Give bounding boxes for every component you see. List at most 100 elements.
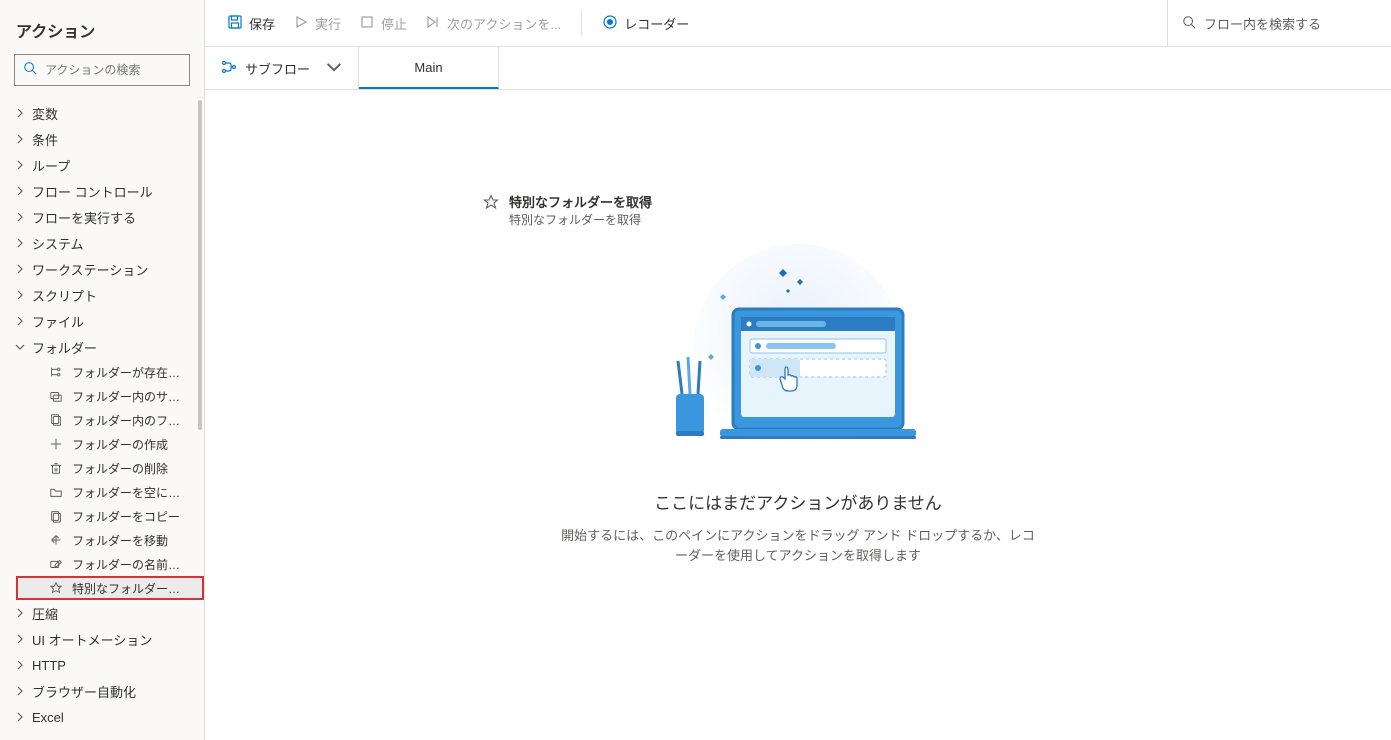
tree-group-10[interactable]: 圧縮 [0,600,204,626]
copy-icon [48,508,64,524]
record-icon [602,14,618,33]
tree-group-label: UI オートメーション [32,630,152,649]
tree-action-subfolder[interactable]: フォルダー内のサブフ... [0,384,204,408]
tree-action-label: フォルダー内のファイ... [72,412,182,429]
tree-group-8[interactable]: ファイル [0,308,204,334]
recorder-button[interactable]: レコーダー [594,8,697,39]
tree-action-label: フォルダー内のサブフ... [72,388,182,405]
tab-main-label: Main [414,60,442,75]
subflow-dropdown[interactable]: サブフロー [205,47,359,89]
scrollbar-thumb[interactable] [198,100,202,430]
tree-group-label: ブラウザー自動化 [32,682,136,701]
tree-action-move[interactable]: フォルダーを移動 [0,528,204,552]
tab-main[interactable]: Main [359,47,499,89]
chevron-right-icon [14,289,26,301]
chevron-right-icon [14,633,26,645]
tree-action-rename[interactable]: フォルダーの名前を変... [0,552,204,576]
stop-label: 停止 [381,14,407,33]
stop-button[interactable]: 停止 [351,8,415,39]
tree-group-13[interactable]: ブラウザー自動化 [0,678,204,704]
rename-icon [48,556,64,572]
tree-action-label: フォルダーの削除 [72,460,168,477]
tree-group-label: 変数 [32,104,58,123]
drag-action-title: 特別なフォルダーを取得 [509,192,652,211]
tree-action-plus[interactable]: フォルダーの作成 [0,432,204,456]
tree-group-label: ファイル [32,312,84,331]
tree-action-branch[interactable]: フォルダーが存在する... [0,360,204,384]
tree-group-2[interactable]: ループ [0,152,204,178]
star-icon [48,580,64,596]
tree-action-label: フォルダーが存在する... [72,364,182,381]
search-icon [1182,15,1196,32]
recorder-label: レコーダー [624,14,689,33]
chevron-right-icon [14,185,26,197]
chevron-right-icon [14,159,26,171]
tree-group-12[interactable]: HTTP [0,652,204,678]
tree-group-label: フォルダー [32,338,97,357]
files-icon [48,412,64,428]
tree-action-copy[interactable]: フォルダーをコピー [0,504,204,528]
subfolder-icon [48,388,64,404]
tree-action-label: フォルダーの作成 [72,436,168,453]
tree-action-files[interactable]: フォルダー内のファイ... [0,408,204,432]
tree-group-label: スクリプト [32,286,97,305]
star-icon [483,194,499,210]
tree-action-star[interactable]: 特別なフォルダーを取... [16,576,204,600]
run-button[interactable]: 実行 [285,8,349,39]
empty-title: ここにはまだアクションがありません [558,489,1038,514]
play-icon [293,14,309,33]
tree-group-0[interactable]: 変数 [0,100,204,126]
tree-group-label: Excel [32,710,64,725]
run-label: 実行 [315,14,341,33]
empty-illustration [638,239,958,469]
chevron-right-icon [14,685,26,697]
stop-icon [359,14,375,33]
step-icon [425,14,441,33]
trash-icon [48,460,64,476]
move-icon [48,532,64,548]
tree-group-11[interactable]: UI オートメーション [0,626,204,652]
empty-folder-icon [48,484,64,500]
tree-action-trash[interactable]: フォルダーの削除 [0,456,204,480]
subflow-icon [221,59,237,78]
subflow-label: サブフロー [245,59,310,78]
search-icon [23,61,37,80]
actions-tree: 変数条件ループフロー コントロールフローを実行するシステムワークステーションスク… [0,96,204,740]
drag-action-subtitle: 特別なフォルダーを取得 [509,211,652,228]
save-label: 保存 [249,14,275,33]
actions-sidebar: アクション 変数条件ループフロー コントロールフローを実行するシステムワークステ… [0,0,205,740]
chevron-right-icon [14,607,26,619]
tree-group-label: ループ [32,156,70,175]
flow-search-box[interactable]: フロー内を検索する [1182,14,1377,33]
tree-action-empty-folder[interactable]: フォルダーを空にする [0,480,204,504]
save-icon [227,14,243,33]
actions-search-box[interactable] [14,54,190,86]
save-button[interactable]: 保存 [219,8,283,39]
tree-group-6[interactable]: ワークステーション [0,256,204,282]
chevron-right-icon [14,133,26,145]
main-area: 保存 実行 停止 次のアクションを... レコーダー [205,0,1391,740]
tree-group-9[interactable]: フォルダー [0,334,204,360]
toolbar-separator [581,11,582,35]
tree-group-7[interactable]: スクリプト [0,282,204,308]
tree-group-1[interactable]: 条件 [0,126,204,152]
tree-group-label: HTTP [32,658,66,673]
chevron-right-icon [14,237,26,249]
sidebar-title: アクション [16,18,188,42]
chevron-right-icon [14,263,26,275]
tree-group-4[interactable]: フローを実行する [0,204,204,230]
tree-group-3[interactable]: フロー コントロール [0,178,204,204]
next-action-button[interactable]: 次のアクションを... [417,8,569,39]
actions-search-input[interactable] [45,63,181,77]
empty-state: ここにはまだアクションがありません 開始するには、このペインにアクションをドラッ… [558,239,1038,565]
tree-action-label: フォルダーをコピー [72,508,180,525]
tree-action-label: 特別なフォルダーを取... [72,580,182,597]
tree-group-14[interactable]: Excel [0,704,204,730]
chevron-right-icon [14,659,26,671]
tree-action-label: フォルダーの名前を変... [72,556,182,573]
tree-group-label: ワークステーション [32,260,148,279]
dragging-action-card[interactable]: 特別なフォルダーを取得 特別なフォルダーを取得 [483,192,652,228]
tree-group-5[interactable]: システム [0,230,204,256]
flow-search-placeholder: フロー内を検索する [1204,14,1321,33]
flow-canvas[interactable]: 特別なフォルダーを取得 特別なフォルダーを取得 [205,90,1391,740]
